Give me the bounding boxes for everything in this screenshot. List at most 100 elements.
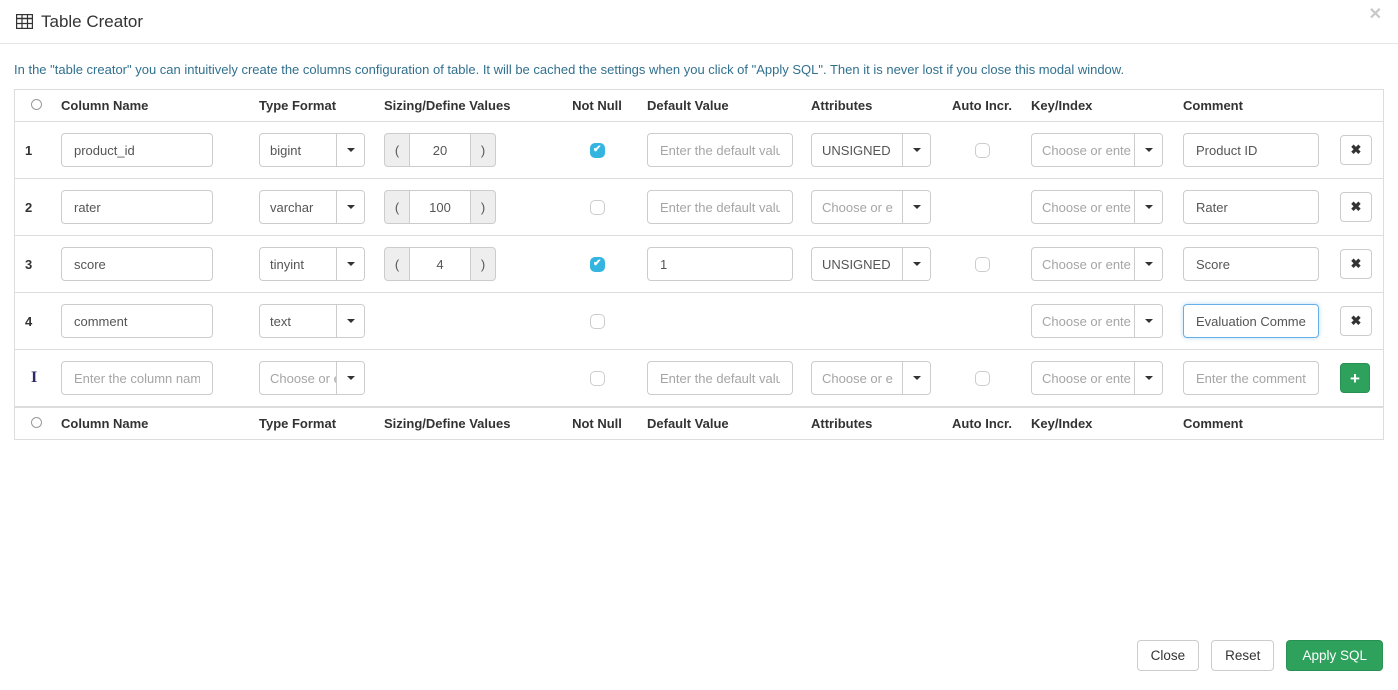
row-number: 2 (25, 199, 33, 215)
type-format-value: varchar (270, 199, 314, 215)
chevron-down-icon (912, 205, 921, 209)
key-index-caret-button[interactable] (1134, 248, 1162, 280)
size-value-input[interactable] (409, 133, 471, 167)
header-comment: Comment (1183, 98, 1243, 113)
type-caret-button[interactable] (336, 191, 364, 223)
row-number: 3 (25, 256, 33, 272)
paren-close-addon: ) (470, 133, 496, 167)
key-index-select[interactable]: Choose or ente (1031, 247, 1163, 281)
paren-close-addon: ) (470, 247, 496, 281)
modal-title: Table Creator (16, 12, 143, 32)
chevron-down-icon (1144, 376, 1153, 380)
key-index-caret-button[interactable] (1134, 134, 1162, 166)
auto-incr-checkbox[interactable] (974, 142, 990, 158)
remove-row-button[interactable]: ✖ (1340, 192, 1372, 222)
paren-close-addon: ) (470, 190, 496, 224)
header-sizing: Sizing/Define Values (384, 98, 511, 113)
chevron-down-icon (1144, 205, 1153, 209)
not-null-checkbox[interactable] (589, 256, 605, 272)
attributes-select[interactable]: UNSIGNED (811, 133, 931, 167)
footer-not-null: Not Null (572, 416, 622, 431)
attributes-caret-button[interactable] (902, 191, 930, 223)
circle-icon (31, 99, 42, 110)
comment-input[interactable] (1183, 247, 1319, 281)
attributes-caret-button[interactable] (902, 134, 930, 166)
key-index-select[interactable]: Choose or ente (1031, 361, 1163, 395)
auto-incr-checkbox[interactable] (974, 370, 990, 386)
close-icon[interactable]: ✕ (1369, 7, 1382, 23)
column-name-input[interactable] (61, 304, 213, 338)
default-value-input[interactable] (647, 190, 793, 224)
add-row-button[interactable]: + (1340, 363, 1370, 393)
not-null-checkbox[interactable] (589, 199, 605, 215)
footer-auto-incr: Auto Incr. (952, 416, 1012, 431)
column-name-input[interactable] (61, 190, 213, 224)
comment-input[interactable] (1183, 361, 1319, 395)
type-caret-button[interactable] (336, 305, 364, 337)
type-caret-button[interactable] (336, 248, 364, 280)
chevron-down-icon (912, 262, 921, 266)
column-name-input[interactable] (61, 361, 213, 395)
remove-row-button[interactable]: ✖ (1340, 306, 1372, 336)
size-value-input[interactable] (409, 247, 471, 281)
chevron-down-icon (1144, 319, 1153, 323)
column-name-input[interactable] (61, 247, 213, 281)
type-caret-button[interactable] (336, 362, 364, 394)
footer-key-index: Key/Index (1031, 416, 1093, 431)
not-null-checkbox[interactable] (589, 142, 605, 158)
header-default-value: Default Value (647, 98, 729, 113)
key-index-select[interactable]: Choose or ente (1031, 190, 1163, 224)
not-null-checkbox[interactable] (589, 370, 605, 386)
remove-row-button[interactable]: ✖ (1340, 249, 1372, 279)
header-column-name: Column Name (61, 98, 149, 113)
chevron-down-icon (1144, 148, 1153, 152)
type-caret-button[interactable] (336, 134, 364, 166)
header-type-format: Type Format (259, 98, 337, 113)
auto-incr-checkbox[interactable] (974, 256, 990, 272)
attributes-placeholder: Choose or e (822, 199, 893, 215)
type-format-value: tinyint (270, 256, 304, 272)
comment-input[interactable] (1183, 133, 1319, 167)
type-format-select[interactable]: tinyint (259, 247, 365, 281)
type-format-select[interactable]: Choose or ent (259, 361, 365, 395)
key-index-placeholder: Choose or ente (1042, 199, 1131, 215)
table-icon (16, 14, 33, 29)
paren-open-addon: ( (384, 247, 410, 281)
apply-sql-button[interactable]: Apply SQL (1286, 639, 1383, 671)
footer-comment: Comment (1183, 416, 1243, 431)
remove-row-button[interactable]: ✖ (1340, 135, 1372, 165)
comment-input[interactable] (1183, 190, 1319, 224)
type-format-select[interactable]: bigint (259, 133, 365, 167)
type-format-value: text (270, 313, 291, 329)
key-index-caret-button[interactable] (1134, 191, 1162, 223)
size-value-input[interactable] (409, 190, 471, 224)
key-index-select[interactable]: Choose or ente (1031, 304, 1163, 338)
type-format-select[interactable]: text (259, 304, 365, 338)
header-key-index: Key/Index (1031, 98, 1093, 113)
attributes-select[interactable]: UNSIGNED (811, 247, 931, 281)
description-text: In the "table creator" you can intuitive… (14, 62, 1125, 77)
attributes-caret-button[interactable] (902, 362, 930, 394)
column-name-input[interactable] (61, 133, 213, 167)
table-creator-grid: Column Name Type Format Sizing/Define Va… (14, 89, 1384, 440)
key-index-placeholder: Choose or ente (1042, 313, 1131, 329)
chevron-down-icon (346, 205, 355, 209)
reset-button[interactable]: Reset (1211, 639, 1275, 671)
default-value-input[interactable] (647, 247, 793, 281)
attributes-select[interactable]: Choose or e (811, 190, 931, 224)
comment-input[interactable] (1183, 304, 1319, 338)
attributes-select[interactable]: Choose or e (811, 361, 931, 395)
attributes-caret-button[interactable] (902, 248, 930, 280)
header-not-null: Not Null (572, 98, 622, 113)
header-auto-incr: Auto Incr. (952, 98, 1012, 113)
key-index-caret-button[interactable] (1134, 305, 1162, 337)
paren-open-addon: ( (384, 133, 410, 167)
default-value-input[interactable] (647, 133, 793, 167)
not-null-checkbox[interactable] (589, 313, 605, 329)
close-button[interactable]: Close (1136, 639, 1200, 671)
key-index-select[interactable]: Choose or ente (1031, 133, 1163, 167)
default-value-input[interactable] (647, 361, 793, 395)
key-index-caret-button[interactable] (1134, 362, 1162, 394)
type-format-select[interactable]: varchar (259, 190, 365, 224)
text-cursor-icon: I (31, 369, 38, 386)
